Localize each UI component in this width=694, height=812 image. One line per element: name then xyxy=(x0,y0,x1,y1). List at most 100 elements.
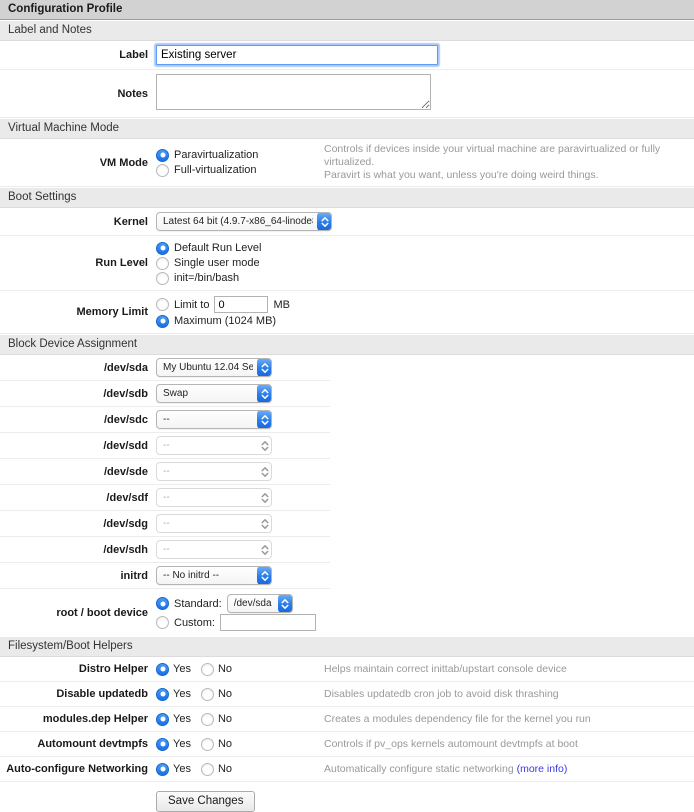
vm-mode-help-line2: Paravirt is what you want, unless you're… xyxy=(324,169,684,182)
block-device-field-cell: Swap xyxy=(150,384,324,403)
block-device-row-devsda: /dev/sda My Ubuntu 12.04 Server xyxy=(0,355,330,381)
block-device-label: /dev/sdc xyxy=(0,413,150,427)
block-device-row-devsdd: /dev/sdd-- xyxy=(0,433,330,459)
block-device-label: initrd xyxy=(0,569,150,583)
block-device-select-devsdd-value: -- xyxy=(163,440,253,451)
notes-row: Notes xyxy=(0,70,694,118)
block-device-label: /dev/sda xyxy=(0,361,150,375)
helper-help-text: Controls if pv_ops kernels automount dev… xyxy=(324,738,694,751)
root-boot-standard-label: Standard: xyxy=(174,597,222,611)
helper-yes-radio[interactable] xyxy=(156,763,169,776)
helper-help-text: Helps maintain correct inittab/upstart c… xyxy=(324,663,694,676)
root-boot-custom-radio[interactable] xyxy=(156,616,169,629)
no-label: No xyxy=(218,662,232,676)
memory-limit-row: Memory Limit Limit to MB Maximum (1024 M… xyxy=(0,291,694,334)
notes-textarea[interactable] xyxy=(156,74,431,110)
block-device-select-devsdg-value: -- xyxy=(163,518,253,529)
helper-no-radio[interactable] xyxy=(201,688,214,701)
block-device-select-initrd-value: -- No initrd -- xyxy=(163,570,253,581)
section-header-label-and-notes: Label and Notes xyxy=(0,21,694,41)
select-stepper-icon xyxy=(257,514,272,533)
select-stepper-icon xyxy=(257,410,272,429)
run-level-0-radio[interactable] xyxy=(156,242,169,255)
block-device-select-devsdc-value: -- xyxy=(163,414,253,425)
section-header-vm-mode: Virtual Machine Mode xyxy=(0,119,694,139)
block-device-row-devsdf: /dev/sdf-- xyxy=(0,485,330,511)
memory-limit-maximum-label: Maximum (1024 MB) xyxy=(174,314,276,328)
block-device-row-devsdc: /dev/sdc -- xyxy=(0,407,330,433)
label-input[interactable] xyxy=(156,45,438,65)
vm-mode-0-option-label: Paravirtualization xyxy=(174,148,258,162)
block-device-select-devsdb-value: Swap xyxy=(163,388,253,399)
run-level-label: Run Level xyxy=(0,256,150,270)
run-level-1-option: Single user mode xyxy=(156,256,324,270)
block-device-rows: /dev/sda My Ubuntu 12.04 Server/dev/sdb Sw… xyxy=(0,355,694,589)
block-device-select-initrd[interactable]: -- No initrd -- xyxy=(156,566,272,585)
section-header-block-devices: Block Device Assignment xyxy=(0,335,694,355)
root-boot-standard-radio[interactable] xyxy=(156,597,169,610)
vm-mode-row: VM Mode ParavirtualizationFull-virtualiz… xyxy=(0,139,694,187)
run-level-0-option: Default Run Level xyxy=(156,241,324,255)
kernel-select[interactable]: Latest 64 bit (4.9.7-x86_64-linode80) xyxy=(156,212,332,231)
helper-help-text: Creates a modules dependency file for th… xyxy=(324,713,694,726)
helper-no-radio[interactable] xyxy=(201,663,214,676)
block-device-select-devsdh[interactable]: -- xyxy=(156,540,272,559)
helper-row-auto-configure-networking: Auto-configure NetworkingYesNoAutomatica… xyxy=(0,757,694,782)
run-level-options: Default Run LevelSingle user modeinit=/b… xyxy=(150,240,324,286)
vm-mode-1-radio[interactable] xyxy=(156,164,169,177)
helper-label: Distro Helper xyxy=(0,662,150,676)
vm-mode-0-radio[interactable] xyxy=(156,149,169,162)
kernel-field-cell: Latest 64 bit (4.9.7-x86_64-linode80) xyxy=(150,212,324,231)
page-title: Configuration Profile xyxy=(0,0,694,20)
helper-yes-no-group: Yes No xyxy=(150,687,324,701)
block-device-field-cell: -- xyxy=(150,514,324,533)
block-device-select-devsdg[interactable]: -- xyxy=(156,514,272,533)
root-boot-custom-label: Custom: xyxy=(174,616,215,630)
label-row: Label xyxy=(0,41,694,70)
helper-yes-radio[interactable] xyxy=(156,738,169,751)
root-boot-device-select[interactable]: /dev/sda xyxy=(227,594,293,613)
vm-mode-options: ParavirtualizationFull-virtualization xyxy=(150,147,324,178)
helper-no-radio[interactable] xyxy=(201,713,214,726)
block-device-label: /dev/sdb xyxy=(0,387,150,401)
helper-yes-radio[interactable] xyxy=(156,713,169,726)
helper-no-radio[interactable] xyxy=(201,738,214,751)
helper-help-text: Disables updatedb cron job to avoid disk… xyxy=(324,688,694,701)
block-device-field-cell: -- xyxy=(150,462,324,481)
block-device-select-devsdb[interactable]: Swap xyxy=(156,384,272,403)
block-device-select-devsde[interactable]: -- xyxy=(156,462,272,481)
run-level-2-radio[interactable] xyxy=(156,272,169,285)
notes-field-cell xyxy=(150,74,450,113)
root-boot-standard-option: Standard: /dev/sda xyxy=(156,594,324,613)
run-level-row: Run Level Default Run LevelSingle user m… xyxy=(0,236,694,291)
run-level-1-radio[interactable] xyxy=(156,257,169,270)
select-stepper-icon xyxy=(257,566,272,585)
select-stepper-icon xyxy=(278,594,293,613)
kernel-row: Kernel Latest 64 bit (4.9.7-x86_64-linod… xyxy=(0,208,694,236)
block-device-select-devsdf[interactable]: -- xyxy=(156,488,272,507)
helper-rows: Distro Helper Yes No Helps maintain correct… xyxy=(0,657,694,782)
helper-yes-radio[interactable] xyxy=(156,663,169,676)
more-info-link[interactable]: (more info) xyxy=(517,763,568,775)
helper-label: Auto-configure Networking xyxy=(0,762,150,776)
block-device-field-cell: -- xyxy=(150,540,324,559)
yes-label: Yes xyxy=(173,687,191,701)
block-device-select-devsda-value: My Ubuntu 12.04 Server xyxy=(163,362,253,373)
root-boot-custom-input[interactable] xyxy=(220,614,316,631)
memory-limit-maximum-radio[interactable] xyxy=(156,315,169,328)
memory-limit-limit-radio[interactable] xyxy=(156,298,169,311)
block-device-row-devsdb: /dev/sdb Swap xyxy=(0,381,330,407)
vm-mode-help-line1: Controls if devices inside your virtual … xyxy=(324,143,684,169)
vm-mode-1-option: Full-virtualization xyxy=(156,163,324,177)
helper-yes-radio[interactable] xyxy=(156,688,169,701)
helper-no-radio[interactable] xyxy=(201,763,214,776)
kernel-select-value: Latest 64 bit (4.9.7-x86_64-linode80) xyxy=(163,216,313,227)
memory-limit-input[interactable] xyxy=(214,296,268,313)
block-device-select-devsdc[interactable]: -- xyxy=(156,410,272,429)
block-device-select-devsdd[interactable]: -- xyxy=(156,436,272,455)
helper-row-disable-updatedb: Disable updatedbYesNoDisables updatedb c… xyxy=(0,682,694,707)
select-stepper-icon xyxy=(257,436,272,455)
no-label: No xyxy=(218,687,232,701)
block-device-select-devsda[interactable]: My Ubuntu 12.04 Server xyxy=(156,358,272,377)
save-button[interactable]: Save Changes xyxy=(156,791,255,812)
